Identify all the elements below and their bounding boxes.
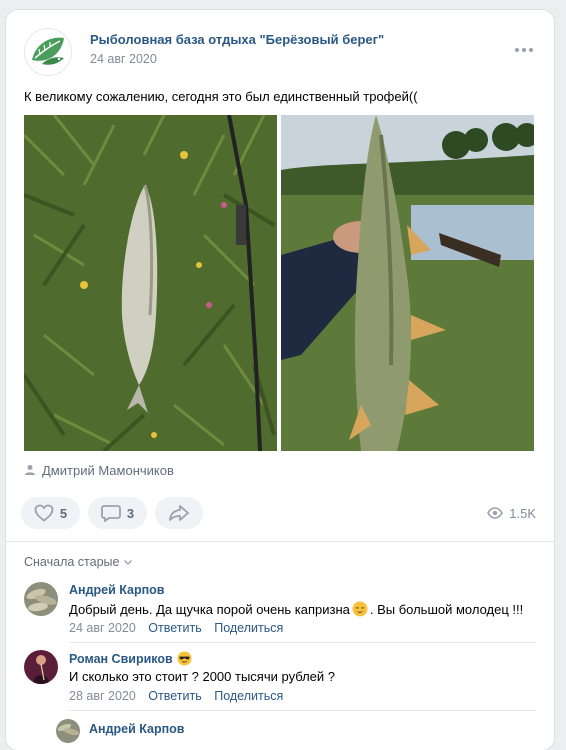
- comment-author[interactable]: Роман Свириков: [69, 652, 173, 666]
- divider: [6, 541, 554, 542]
- comment-author[interactable]: Андрей Карпов: [69, 583, 165, 597]
- fish-leaf-logo-icon: [27, 31, 69, 73]
- post-actions: 5 3 1.5K: [21, 497, 536, 529]
- views-count: 1.5K: [509, 505, 536, 521]
- post-signature[interactable]: Дмитрий Мамончиков: [24, 461, 174, 479]
- comment-item: Роман Свириков И сколько это стоит ? 200…: [24, 650, 536, 711]
- comments-sort-dropdown[interactable]: Сначала старые: [24, 555, 133, 569]
- commenter-avatar[interactable]: [56, 719, 80, 743]
- eye-icon: [487, 507, 504, 519]
- reply-link[interactable]: Ответить: [148, 621, 201, 635]
- post-date[interactable]: 24 авг 2020: [90, 52, 157, 66]
- comment-author-row: Роман Свириков: [69, 651, 192, 666]
- sort-label: Сначала старые: [24, 555, 120, 569]
- photo-pike-on-grass[interactable]: [24, 115, 277, 451]
- comment-meta: 28 авг 2020 Ответить Поделиться: [69, 689, 292, 703]
- post-author[interactable]: Рыболовная база отдыха "Берёзовый берег": [90, 32, 384, 47]
- post-header: Рыболовная база отдыха "Берёзовый берег"…: [24, 28, 536, 76]
- comment-text: Добрый день. Да щучка порой очень каприз…: [69, 601, 523, 617]
- sunglasses-emoji-icon: [177, 651, 192, 666]
- post-card: Рыболовная база отдыха "Берёзовый берег"…: [6, 10, 554, 750]
- relieved-face-emoji-icon: [352, 601, 368, 617]
- chevron-down-icon: [124, 560, 133, 565]
- like-count: 5: [59, 505, 68, 521]
- comment-text: И сколько это стоит ? 2000 тысячи рублей…: [69, 669, 335, 684]
- comment-button[interactable]: 3: [88, 497, 147, 529]
- share-button[interactable]: [155, 497, 203, 529]
- reply-link[interactable]: Ответить: [148, 689, 201, 703]
- comment-count: 3: [126, 505, 135, 521]
- post-photos: [24, 115, 534, 451]
- comment-author[interactable]: Андрей Карпов: [89, 722, 185, 736]
- heart-icon: [34, 504, 54, 522]
- user-icon: [25, 465, 35, 475]
- post-text: К великому сожалению, сегодня это был ед…: [24, 89, 418, 104]
- commenter-avatar[interactable]: [24, 650, 58, 684]
- comment-icon: [100, 505, 121, 522]
- group-avatar[interactable]: [24, 28, 72, 76]
- share-link[interactable]: Поделиться: [214, 689, 283, 703]
- comment-text-part: . Вы большой молодец !!!: [369, 601, 524, 617]
- photo-pike-in-hand[interactable]: [281, 115, 534, 451]
- comment-meta: 24 авг 2020 Ответить Поделиться: [69, 621, 292, 635]
- comment-reply-item: Андрей Карпов: [56, 719, 536, 750]
- signature-name: Дмитрий Мамончиков: [42, 462, 174, 478]
- commenter-avatar[interactable]: [24, 582, 58, 616]
- more-options-icon[interactable]: [512, 40, 536, 60]
- comment-date[interactable]: 24 авг 2020: [69, 621, 136, 635]
- share-link[interactable]: Поделиться: [214, 621, 283, 635]
- views-counter: 1.5K: [487, 497, 536, 529]
- comment-text-part: Добрый день. Да щучка порой очень каприз…: [69, 601, 350, 617]
- like-button[interactable]: 5: [21, 497, 80, 529]
- comment-item: Андрей Карпов Добрый день. Да щучка поро…: [24, 582, 536, 643]
- comment-date[interactable]: 28 авг 2020: [69, 689, 136, 703]
- comment-separator: [69, 710, 536, 711]
- share-arrow-icon: [169, 505, 189, 521]
- comment-separator: [69, 642, 536, 643]
